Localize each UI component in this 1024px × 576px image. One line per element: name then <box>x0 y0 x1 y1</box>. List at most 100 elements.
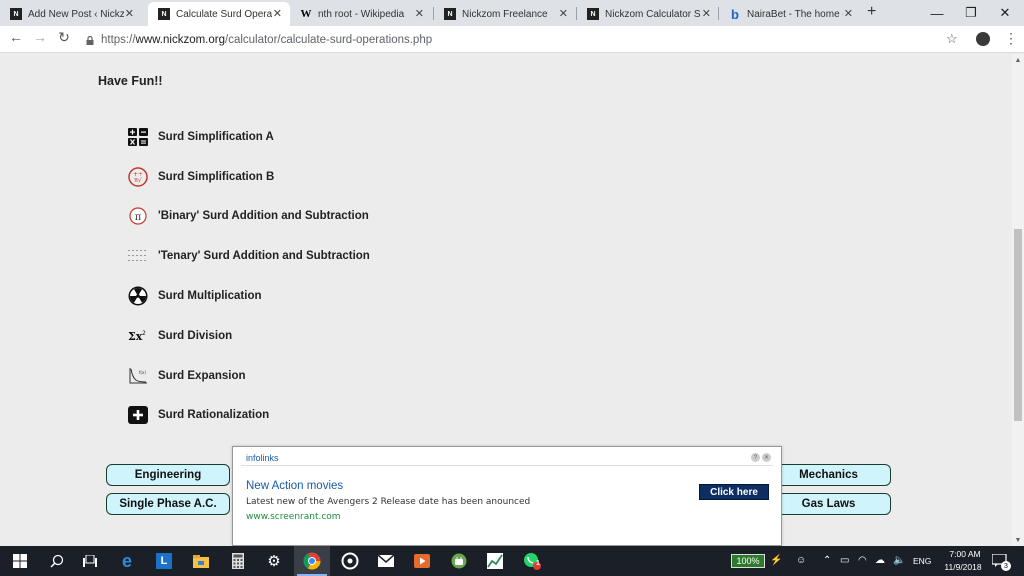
graph-app-icon[interactable] <box>485 551 505 571</box>
notification-count: 3 <box>1001 561 1011 571</box>
link-surd-division[interactable]: Σx 2 Surd Division <box>128 316 370 356</box>
wifi-icon[interactable]: ◠ <box>858 555 867 566</box>
close-icon[interactable]: ✕ <box>273 7 282 20</box>
bookmark-star-icon[interactable]: ☆ <box>946 31 958 47</box>
tab-strip: N Add New Post ‹ Nickzom ✕ N Calculate S… <box>0 0 1024 26</box>
speaker-icon[interactable]: 🔈 <box>893 555 905 566</box>
windows-start-icon[interactable] <box>10 551 30 571</box>
settings-gear-icon[interactable]: ⚙ <box>264 551 284 571</box>
power-plug-icon: ⚡ <box>770 555 783 566</box>
nickzom-icon: N <box>444 8 456 20</box>
link-tenary-surd-addition[interactable]: 'Tenary' Surd Addition and Subtraction <box>128 236 370 276</box>
close-icon[interactable]: ✕ <box>844 7 853 20</box>
menu-dots-icon[interactable]: ⋮ <box>1004 30 1018 47</box>
video-player-icon[interactable] <box>412 551 432 571</box>
svg-text:Σx: Σx <box>128 330 143 343</box>
close-window-button[interactable]: ✕ <box>986 0 1024 26</box>
ad-url[interactable]: www.screenrant.com <box>246 512 341 522</box>
calculator-keys-icon <box>128 127 148 147</box>
ad-click-button[interactable]: Click here <box>699 484 769 500</box>
new-tab-button[interactable]: + <box>867 3 876 21</box>
ad-description: Latest new of the Avengers 2 Release dat… <box>246 497 531 507</box>
battery-indicator[interactable]: 100% <box>731 554 765 568</box>
chevron-up-icon[interactable]: ⌃ <box>823 555 831 566</box>
tab-nickzom-freelance[interactable]: N Nickzom Freelance ✕ <box>434 2 576 26</box>
radiation-icon <box>128 286 148 306</box>
svg-text:π: π <box>135 212 142 223</box>
svg-text:2: 2 <box>142 330 146 337</box>
network-adapter-icon[interactable]: ▭ <box>840 555 849 566</box>
link-label: Surd Rationalization <box>158 409 270 422</box>
close-icon[interactable]: ✕ <box>702 7 711 20</box>
engineering-button[interactable]: Engineering <box>106 464 230 486</box>
nairabet-icon: b <box>731 6 739 22</box>
ad-controls: ? ✕ <box>751 453 771 462</box>
back-arrow-icon[interactable]: ← <box>6 29 26 45</box>
task-view-icon[interactable] <box>80 551 100 571</box>
mail-icon[interactable] <box>376 551 396 571</box>
close-icon[interactable]: ✕ <box>415 7 424 20</box>
minimize-button[interactable]: — <box>918 0 956 26</box>
calculator-icon[interactable] <box>228 551 248 571</box>
link-surd-multiplication[interactable]: Surd Multiplication <box>128 276 370 316</box>
scroll-down-arrow-icon[interactable]: ▼ <box>1012 534 1024 546</box>
scroll-up-arrow-icon[interactable]: ▲ <box>1012 54 1024 66</box>
address-bar[interactable]: https://www.nickzom.org/calculator/calcu… <box>86 29 986 50</box>
tab-title: Nickzom Freelance <box>462 8 548 20</box>
link-label: Surd Expansion <box>158 369 246 382</box>
link-label: 'Tenary' Surd Addition and Subtraction <box>158 250 370 263</box>
tab-nth-root[interactable]: W nth root - Wikipedia ✕ <box>290 2 432 26</box>
ad-brand: infolinks <box>246 453 279 463</box>
page-heading: Have Fun!! <box>98 74 163 88</box>
close-icon[interactable]: ✕ <box>762 453 771 462</box>
action-center-icon[interactable]: 3 <box>990 551 1011 571</box>
tab-nairabet[interactable]: b NairaBet - The home of ✕ <box>719 2 861 26</box>
onedrive-icon[interactable]: ☁ <box>875 555 885 566</box>
extension-icon[interactable] <box>976 32 990 46</box>
wikipedia-icon: W <box>300 8 312 20</box>
android-icon[interactable] <box>449 551 469 571</box>
svg-text:f(x): f(x) <box>139 370 146 375</box>
link-binary-surd-addition[interactable]: π 'Binary' Surd Addition and Subtraction <box>128 197 370 237</box>
close-icon[interactable]: ✕ <box>125 7 134 20</box>
clock-time[interactable]: 7:00 AM <box>945 549 985 559</box>
infolinks-ad[interactable]: infolinks ? ✕ New Action movies Latest n… <box>232 446 782 546</box>
tab-title: Nickzom Calculator Sol <box>605 8 701 20</box>
forward-arrow-icon[interactable]: → <box>30 29 50 45</box>
groove-music-icon[interactable] <box>340 551 360 571</box>
edge-browser-icon[interactable]: e <box>117 551 137 571</box>
reload-icon[interactable]: ↻ <box>54 29 74 46</box>
math-symbols-icon: +÷ π√ <box>128 166 148 187</box>
people-icon[interactable]: ☺ <box>796 555 806 566</box>
nickzom-icon: N <box>10 8 22 20</box>
link-surd-expansion[interactable]: f(x) Surd Expansion <box>128 356 370 396</box>
search-icon[interactable] <box>47 551 67 571</box>
chrome-icon[interactable] <box>302 551 322 571</box>
clock-date[interactable]: 11/9/2018 <box>940 562 986 572</box>
link-surd-rationalization[interactable]: Surd Rationalization <box>128 396 370 436</box>
ad-title[interactable]: New Action movies <box>246 480 343 492</box>
tab-title: nth root - Wikipedia <box>318 8 405 20</box>
single-phase-ac-button[interactable]: Single Phase A.C. <box>106 493 230 515</box>
link-label: Surd Division <box>158 329 233 342</box>
link-surd-simplification-a[interactable]: Surd Simplification A <box>128 117 370 157</box>
calculator-link-list: Surd Simplification A +÷ π√ Surd Simplifi… <box>128 117 370 435</box>
restore-button[interactable]: ❐ <box>952 0 990 26</box>
tab-add-new-post[interactable]: N Add New Post ‹ Nickzom ✕ <box>0 2 142 26</box>
scroll-thumb[interactable] <box>1014 229 1022 421</box>
gas-laws-button[interactable]: Gas Laws <box>766 493 891 515</box>
page-content: Have Fun!! Surd Simplification A +÷ π√ Su… <box>0 54 1012 546</box>
vertical-scrollbar[interactable]: ▲ ▼ <box>1012 54 1024 546</box>
language-indicator[interactable]: ENG <box>913 556 931 566</box>
close-icon[interactable]: ✕ <box>559 7 568 20</box>
mechanics-button[interactable]: Mechanics <box>766 464 891 486</box>
whatsapp-icon[interactable]: 1 <box>522 551 542 571</box>
link-surd-simplification-b[interactable]: +÷ π√ Surd Simplification B <box>128 157 370 197</box>
tab-calculate-surd[interactable]: N Calculate Surd Operations ✕ <box>148 2 290 26</box>
tab-nickzom-calculator[interactable]: N Nickzom Calculator Sol ✕ <box>577 2 719 26</box>
file-explorer-icon[interactable] <box>191 551 211 571</box>
l-app-icon[interactable]: L <box>154 551 174 571</box>
help-icon[interactable]: ? <box>751 453 760 462</box>
divider <box>241 465 773 466</box>
whatsapp-badge-count: 1 <box>536 560 540 567</box>
